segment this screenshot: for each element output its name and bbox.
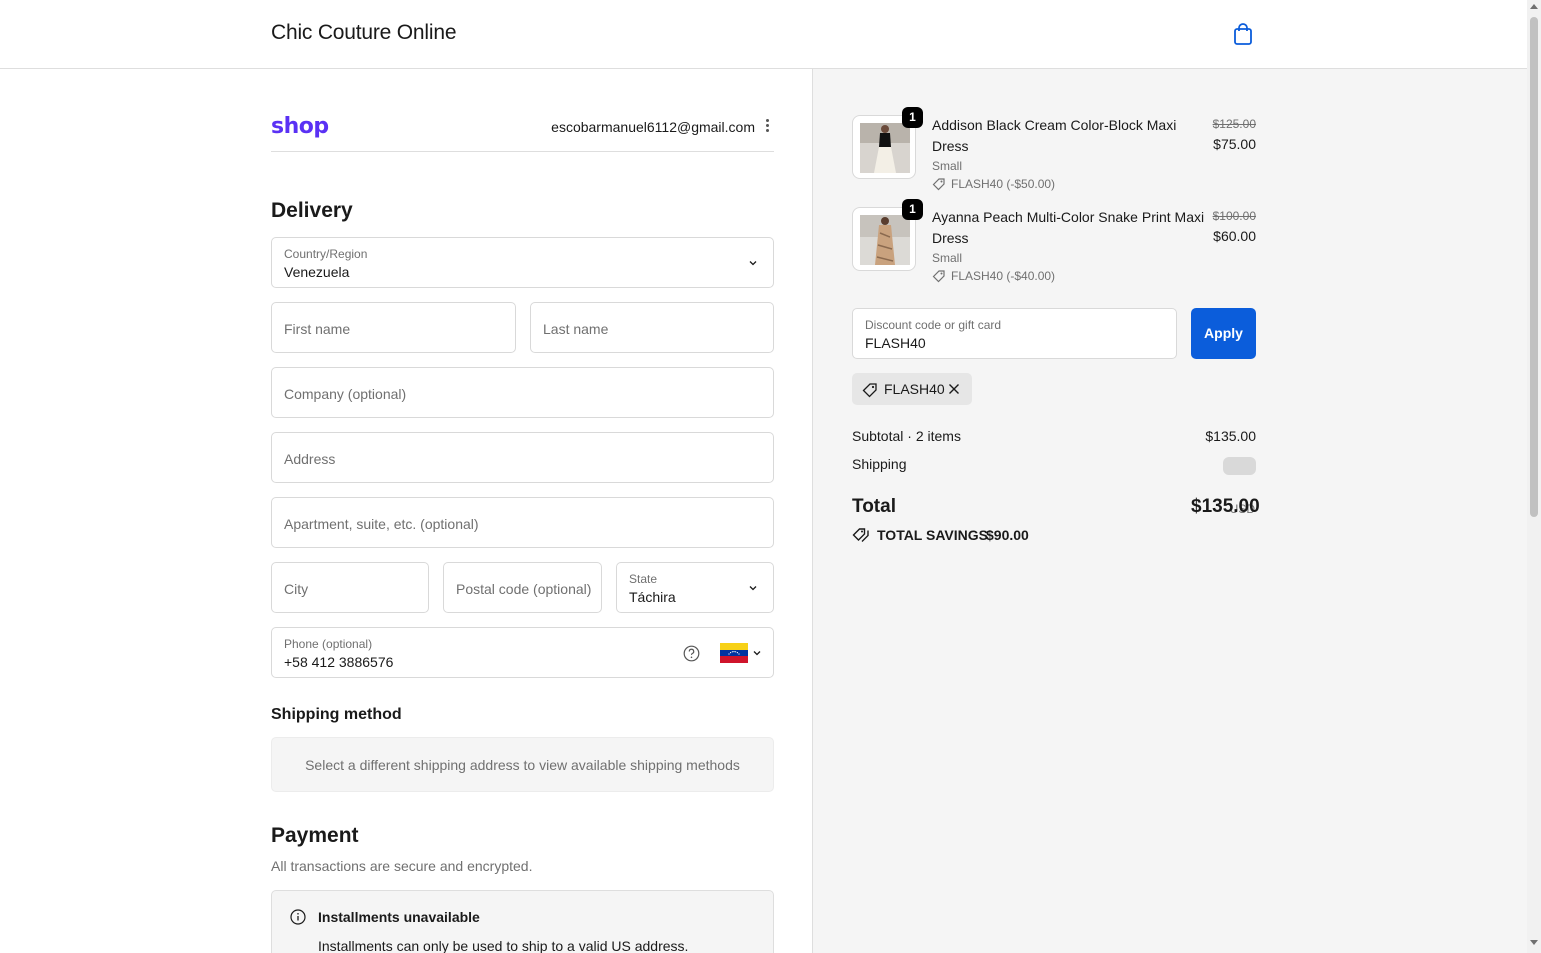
apartment-field[interactable]: Apartment, suite, etc. (optional) bbox=[271, 497, 774, 548]
installments-notice: Installments unavailable Installments ca… bbox=[271, 890, 774, 953]
shipping-value-placeholder bbox=[1223, 457, 1256, 475]
savings-tag-icon bbox=[852, 528, 869, 542]
product-image-dress-black-cream bbox=[860, 123, 910, 173]
order-summary: 1 Addison Black Cream Color-Block Maxi D… bbox=[812, 69, 1527, 953]
payment-heading: Payment bbox=[271, 824, 359, 847]
phone-label: Phone (optional) bbox=[284, 637, 373, 651]
store-header: Chic Couture Online bbox=[0, 0, 1527, 69]
city-placeholder: City bbox=[284, 581, 309, 597]
applied-discount-code: FLASH40 bbox=[884, 381, 945, 397]
account-email: escobarmanuel6112@gmail.com bbox=[551, 119, 755, 135]
original-price: $125.00 bbox=[1212, 117, 1256, 131]
country-value: Venezuela bbox=[284, 264, 350, 280]
last-name-field[interactable]: Last name bbox=[530, 302, 774, 353]
address-placeholder: Address bbox=[284, 451, 336, 467]
shipping-method-heading: Shipping method bbox=[271, 706, 402, 723]
shipping-label: Shipping bbox=[852, 456, 907, 472]
apply-discount-button[interactable]: Apply bbox=[1191, 308, 1256, 359]
city-field[interactable]: City bbox=[271, 562, 429, 613]
item-price: $60.00 bbox=[1213, 228, 1256, 244]
company-field[interactable]: Company (optional) bbox=[271, 367, 774, 418]
info-icon bbox=[290, 909, 306, 925]
shipping-method-message: Select a different shipping address to v… bbox=[305, 757, 740, 773]
apartment-placeholder: Apartment, suite, etc. (optional) bbox=[284, 516, 479, 532]
scrollbar-thumb[interactable] bbox=[1530, 17, 1538, 517]
shipping-row: Shipping bbox=[852, 456, 1256, 475]
installments-title: Installments unavailable bbox=[318, 909, 480, 925]
scroll-up-arrow-icon[interactable] bbox=[1530, 4, 1538, 9]
postal-code-field[interactable]: Postal code (optional) bbox=[443, 562, 602, 613]
delivery-heading: Delivery bbox=[271, 199, 353, 222]
savings-value: $90.00 bbox=[986, 527, 1029, 543]
product-image-dress-peach-snake bbox=[860, 215, 910, 265]
discount-code-value: FLASH40 bbox=[865, 335, 926, 351]
total-label: Total bbox=[852, 496, 896, 517]
shopping-bag-icon[interactable] bbox=[1232, 22, 1254, 46]
address-field[interactable]: Address bbox=[271, 432, 774, 483]
kebab-menu-icon[interactable] bbox=[760, 117, 774, 135]
question-circle-icon[interactable] bbox=[683, 645, 700, 662]
item-discount-text: FLASH40 (-$40.00) bbox=[951, 269, 1056, 283]
shop-logo: shop bbox=[271, 114, 329, 139]
last-name-placeholder: Last name bbox=[543, 321, 609, 337]
payment-subtitle: All transactions are secure and encrypte… bbox=[271, 858, 533, 874]
cart-item: 1 Addison Black Cream Color-Block Maxi D… bbox=[852, 107, 1256, 195]
state-value: Táchira bbox=[629, 589, 676, 605]
product-variant: Small bbox=[932, 159, 963, 173]
scroll-down-arrow-icon[interactable] bbox=[1530, 940, 1538, 945]
phone-value: +58 412 3886576 bbox=[284, 654, 394, 670]
subtotal-row: Subtotal · 2 items $135.00 bbox=[852, 428, 1256, 444]
shop-account-row: shop escobarmanuel6112@gmail.com bbox=[271, 114, 774, 152]
state-label: State bbox=[629, 572, 658, 586]
installments-text: Installments can only be used to ship to… bbox=[318, 938, 689, 953]
company-placeholder: Company (optional) bbox=[284, 386, 407, 402]
discount-code-label: Discount code or gift card bbox=[865, 318, 1002, 332]
first-name-placeholder: First name bbox=[284, 321, 351, 337]
original-price: $100.00 bbox=[1212, 209, 1256, 223]
venezuela-flag-icon[interactable] bbox=[720, 643, 748, 663]
product-name: Addison Black Cream Color-Block Maxi Dre… bbox=[932, 117, 1177, 154]
state-select[interactable]: State Táchira bbox=[616, 562, 774, 613]
close-icon[interactable] bbox=[948, 383, 960, 395]
postal-code-placeholder: Postal code (optional) bbox=[456, 581, 592, 597]
savings-label: TOTAL SAVINGS bbox=[877, 527, 988, 543]
total-value: $135.00 bbox=[1191, 496, 1260, 517]
cart-item: 1 Ayanna Peach Multi-Color Snake Print M… bbox=[852, 199, 1256, 287]
tag-icon bbox=[862, 383, 877, 398]
item-price: $75.00 bbox=[1213, 136, 1256, 152]
shipping-method-notice: Select a different shipping address to v… bbox=[271, 737, 774, 792]
subtotal-value: $135.00 bbox=[1205, 428, 1256, 444]
country-select[interactable]: Country/Region Venezuela bbox=[271, 237, 774, 288]
first-name-field[interactable]: First name bbox=[271, 302, 516, 353]
chevron-down-icon bbox=[749, 261, 757, 266]
store-name[interactable]: Chic Couture Online bbox=[271, 21, 456, 45]
chevron-down-icon bbox=[749, 586, 757, 591]
page-scrollbar[interactable] bbox=[1527, 0, 1541, 953]
discount-code-input[interactable]: Discount code or gift card FLASH40 bbox=[852, 308, 1177, 359]
subtotal-label: Subtotal · 2 items bbox=[852, 428, 961, 444]
quantity-badge: 1 bbox=[902, 199, 923, 220]
item-discount-text: FLASH40 (-$50.00) bbox=[951, 177, 1056, 191]
quantity-badge: 1 bbox=[902, 107, 923, 128]
tag-icon bbox=[932, 178, 945, 191]
product-name: Ayanna Peach Multi-Color Snake Print Max… bbox=[932, 209, 1205, 246]
checkout-form: shop escobarmanuel6112@gmail.com Deliver… bbox=[0, 69, 812, 953]
phone-field[interactable]: Phone (optional) +58 412 3886576 bbox=[271, 627, 774, 678]
tag-icon bbox=[932, 270, 945, 283]
product-variant: Small bbox=[932, 251, 963, 265]
country-label: Country/Region bbox=[284, 247, 368, 261]
chevron-down-icon bbox=[753, 651, 761, 656]
applied-discount-chip: FLASH40 bbox=[852, 373, 972, 405]
